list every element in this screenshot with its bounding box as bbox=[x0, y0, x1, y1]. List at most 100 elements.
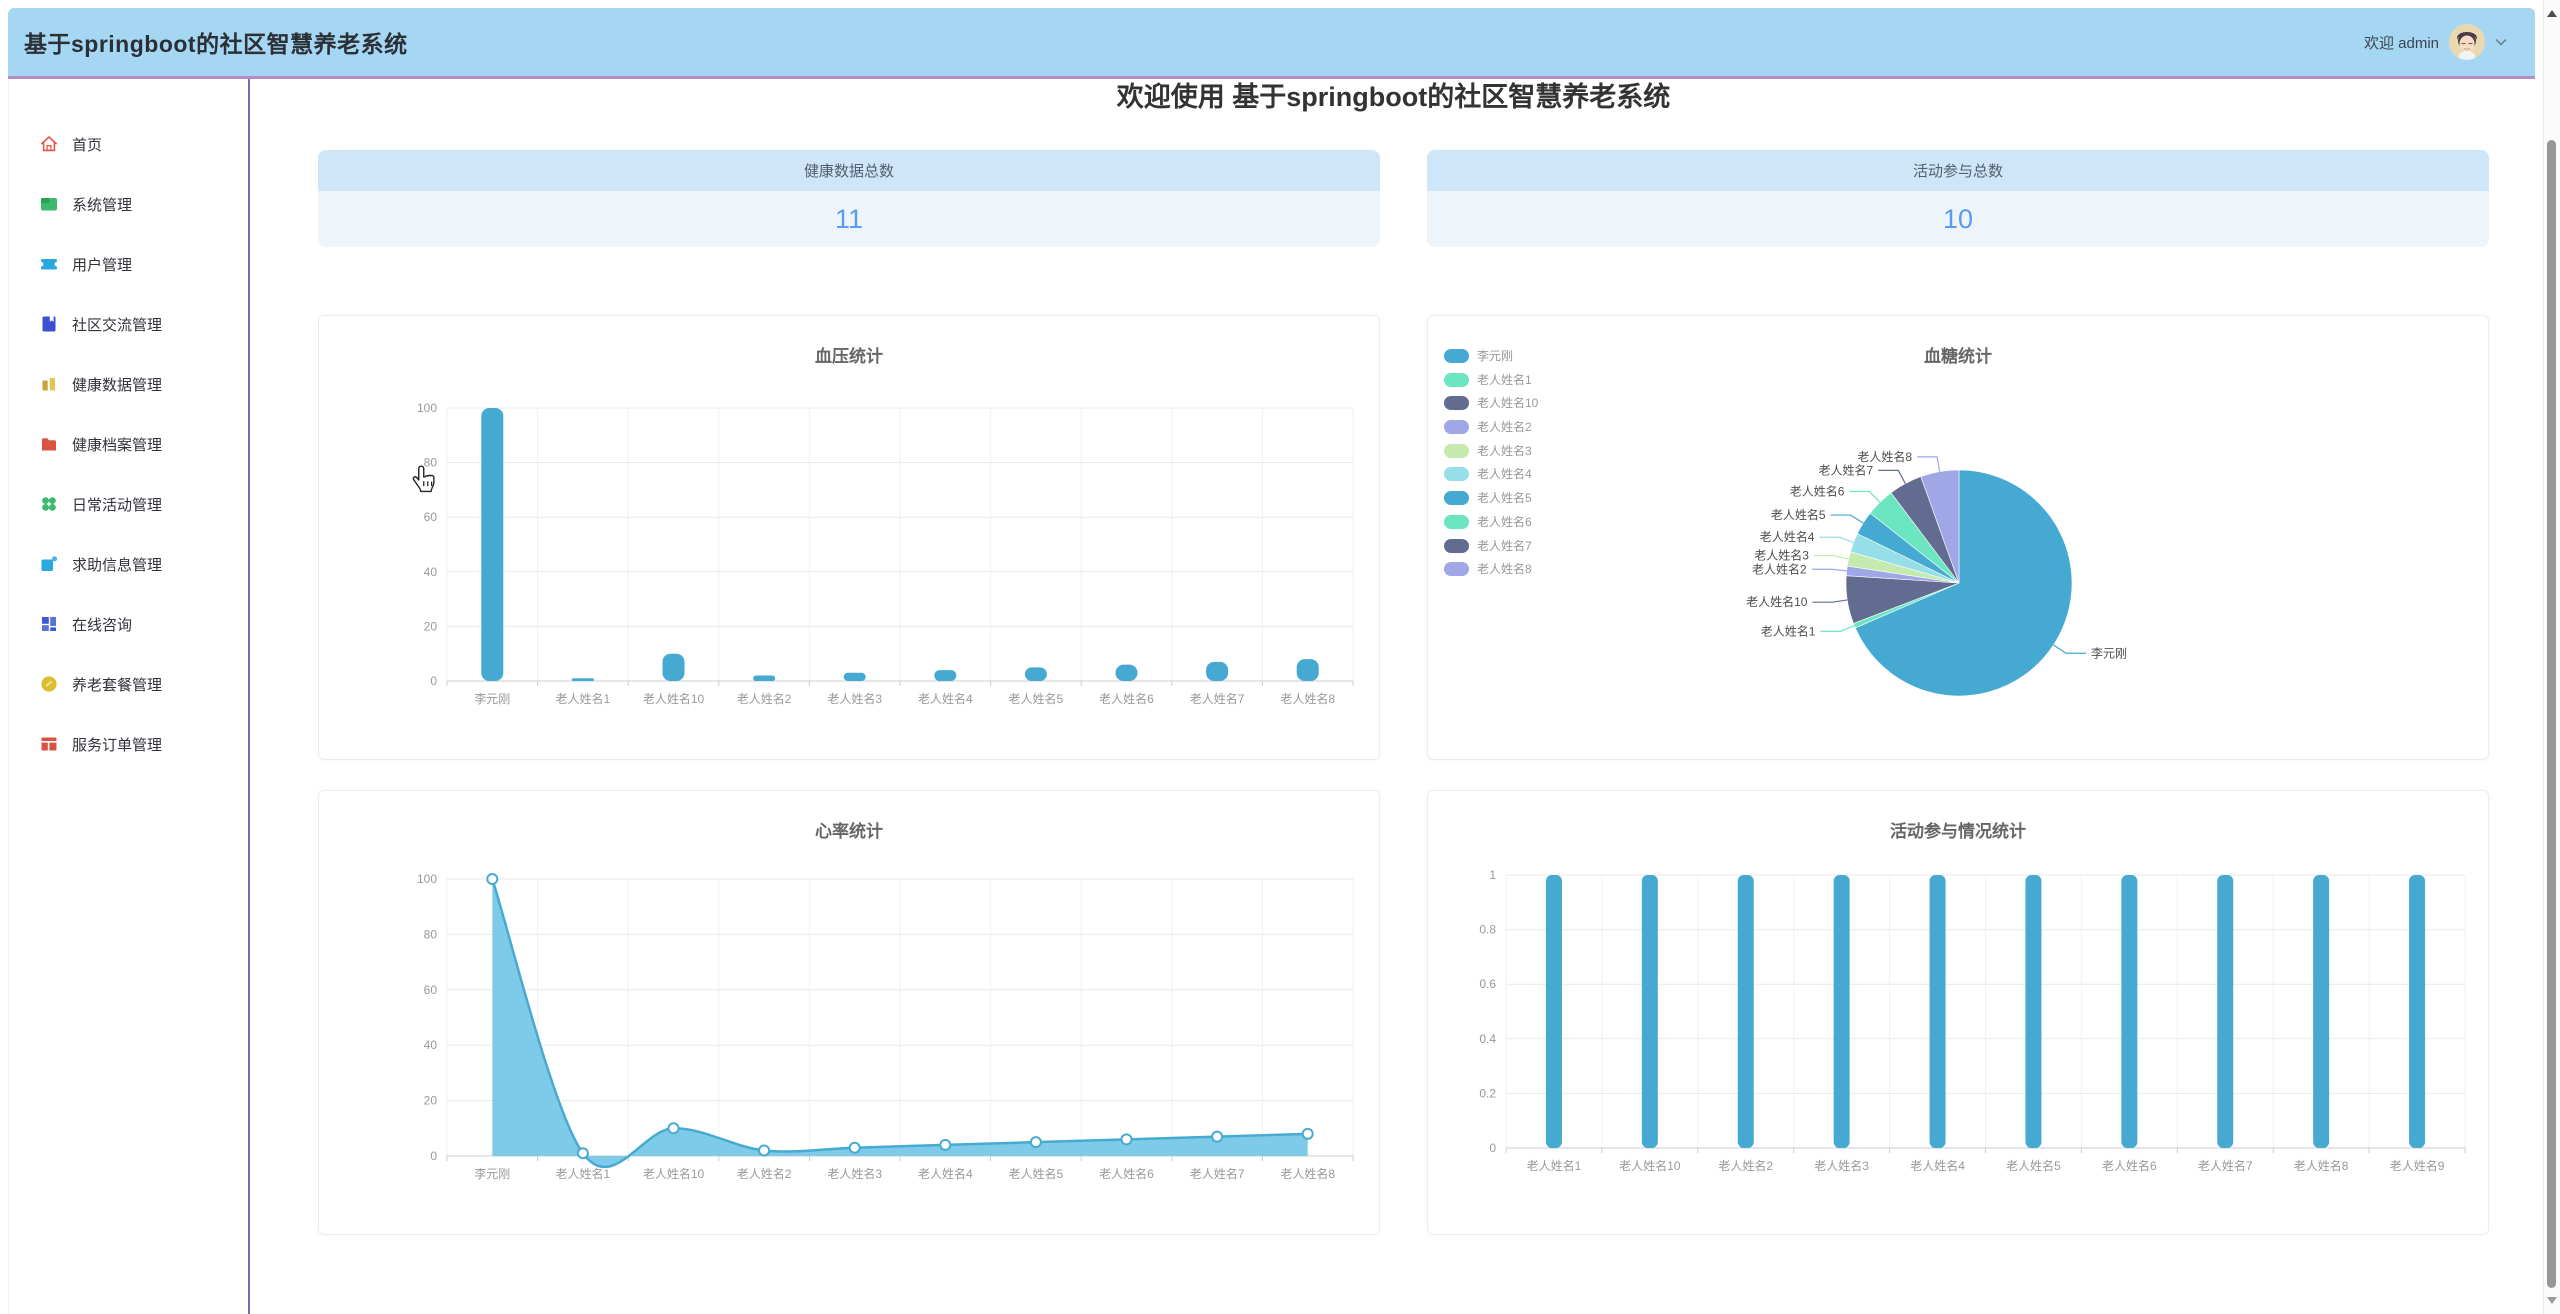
bar bbox=[572, 678, 594, 681]
bar bbox=[1642, 875, 1658, 1148]
stat-card-title: 健康数据总数 bbox=[318, 150, 1380, 191]
bars-icon bbox=[39, 374, 59, 394]
sidebar-item-health-archive-management[interactable]: 健康档案管理 bbox=[9, 414, 248, 474]
x-axis-tick-label: 老人姓名6 bbox=[1099, 691, 1154, 706]
user-avatar[interactable] bbox=[2449, 24, 2485, 60]
legend-label: 老人姓名2 bbox=[1477, 420, 1532, 434]
legend-item[interactable]: 老人姓名7 bbox=[1444, 539, 1538, 553]
bar bbox=[1738, 875, 1754, 1148]
pie-label-line bbox=[1849, 492, 1879, 503]
chart-title: 血糖统计 bbox=[1428, 342, 2488, 367]
bar bbox=[934, 670, 956, 681]
app-window: 基于springboot的社区智慧养老系统 欢迎 admin 首页系统管理用户管… bbox=[0, 0, 2560, 1314]
y-axis-tick-label: 40 bbox=[424, 565, 438, 579]
data-point-marker bbox=[940, 1140, 950, 1150]
x-axis-tick-label: 老人姓名2 bbox=[737, 691, 792, 706]
sidebar-item-system-management[interactable]: 系统管理 bbox=[9, 174, 248, 234]
pie-slice-label: 老人姓名4 bbox=[1760, 529, 1815, 544]
legend-item[interactable]: 老人姓名8 bbox=[1444, 562, 1538, 576]
x-axis-tick-label: 老人姓名6 bbox=[2102, 1158, 2157, 1173]
pie-slice-label: 老人姓名1 bbox=[1761, 623, 1816, 638]
x-axis-tick-label: 老人姓名8 bbox=[1280, 1166, 1335, 1181]
legend-item[interactable]: 老人姓名10 bbox=[1444, 396, 1538, 410]
legend-item[interactable]: 老人姓名3 bbox=[1444, 444, 1538, 458]
y-axis-tick-label: 0 bbox=[430, 674, 437, 688]
app-title: 基于springboot的社区智慧养老系统 bbox=[24, 25, 408, 59]
pie-label-line bbox=[1812, 569, 1847, 571]
sidebar-item-label: 首页 bbox=[72, 134, 102, 155]
sidebar-item-online-consult[interactable]: 在线咨询 bbox=[9, 594, 248, 654]
sidebar-item-health-data-management[interactable]: 健康数据管理 bbox=[9, 354, 248, 414]
sidebar-item-service-order-management[interactable]: 服务订单管理 bbox=[9, 714, 248, 774]
data-point-marker bbox=[759, 1145, 769, 1155]
scrollbar-thumb[interactable] bbox=[2547, 140, 2556, 1288]
legend-item[interactable]: 老人姓名5 bbox=[1444, 491, 1538, 505]
x-axis-tick-label: 老人姓名10 bbox=[643, 1166, 705, 1181]
scroll-up-icon[interactable] bbox=[2547, 10, 2557, 17]
data-point-marker bbox=[1303, 1129, 1313, 1139]
x-axis-tick-label: 老人姓名1 bbox=[1527, 1158, 1582, 1173]
x-axis-tick-label: 老人姓名8 bbox=[1280, 691, 1335, 706]
sidebar-item-pension-package-management[interactable]: 养老套餐管理 bbox=[9, 654, 248, 714]
pie-slice-label: 老人姓名5 bbox=[1771, 507, 1826, 522]
sidebar-item-community-exchange-management[interactable]: 社区交流管理 bbox=[9, 294, 248, 354]
legend-swatch bbox=[1444, 373, 1469, 387]
y-axis-tick-label: 0.6 bbox=[1479, 977, 1496, 991]
x-axis-tick-label: 老人姓名9 bbox=[2390, 1158, 2445, 1173]
sidebar-item-label: 用户管理 bbox=[72, 254, 132, 275]
legend-swatch bbox=[1444, 396, 1469, 410]
main-content: 欢迎使用 基于springboot的社区智慧养老系统 健康数据总数 11 活动参… bbox=[0, 0, 2560, 1314]
bar bbox=[663, 654, 685, 681]
ticket-icon bbox=[39, 254, 59, 274]
legend-item[interactable]: 老人姓名1 bbox=[1444, 373, 1538, 387]
pie-slice-label: 老人姓名7 bbox=[1819, 462, 1874, 477]
x-axis-tick-label: 老人姓名3 bbox=[827, 1166, 882, 1181]
x-axis-tick-label: 老人姓名3 bbox=[1814, 1158, 1869, 1173]
sidebar-item-label: 社区交流管理 bbox=[72, 314, 162, 335]
sidebar-item-label: 求助信息管理 bbox=[72, 554, 162, 575]
y-axis-tick-label: 0.2 bbox=[1479, 1086, 1496, 1100]
pie-label-line bbox=[1819, 537, 1853, 542]
chevron-down-icon[interactable] bbox=[2495, 33, 2507, 51]
bar bbox=[1116, 665, 1138, 681]
bar bbox=[2217, 875, 2233, 1148]
legend-swatch bbox=[1444, 562, 1469, 576]
legend-item[interactable]: 老人姓名4 bbox=[1444, 467, 1538, 481]
sidebar-item-label: 系统管理 bbox=[72, 194, 132, 215]
x-axis-tick-label: 老人姓名4 bbox=[1910, 1158, 1965, 1173]
sidebar-item-label: 服务订单管理 bbox=[72, 734, 162, 755]
sidebar-item-home[interactable]: 首页 bbox=[9, 114, 248, 174]
data-point-marker bbox=[669, 1123, 679, 1133]
chart-card-heart-rate: 心率统计 020406080100李元刚老人姓名1老人姓名10老人姓名2老人姓名… bbox=[318, 790, 1380, 1235]
welcome-heading: 欢迎使用 基于springboot的社区智慧养老系统 bbox=[252, 75, 2535, 114]
x-axis-tick-label: 老人姓名5 bbox=[1009, 691, 1064, 706]
square-dot-icon bbox=[39, 554, 59, 574]
chart-card-blood-sugar: 血糖统计 李元刚老人姓名1 老人姓名10 老人姓名2 老人姓名3 老人姓名4 老人姓名5 老… bbox=[1427, 315, 2489, 760]
bar bbox=[481, 408, 503, 681]
x-axis-tick-label: 李元刚 bbox=[474, 691, 510, 706]
sidebar-item-user-management[interactable]: 用户管理 bbox=[9, 234, 248, 294]
sidebar-item-daily-activity-management[interactable]: 日常活动管理 bbox=[9, 474, 248, 534]
legend-label: 老人姓名5 bbox=[1477, 491, 1532, 505]
x-axis-tick-label: 老人姓名5 bbox=[2006, 1158, 2061, 1173]
y-axis-tick-label: 60 bbox=[424, 983, 438, 997]
legend-item[interactable]: 老人姓名6 bbox=[1444, 515, 1538, 529]
legend-label: 老人姓名6 bbox=[1477, 515, 1532, 529]
page-scrollbar[interactable] bbox=[2543, 0, 2560, 1314]
sidebar-item-label: 健康档案管理 bbox=[72, 434, 162, 455]
sidebar-item-help-info-management[interactable]: 求助信息管理 bbox=[9, 534, 248, 594]
bar bbox=[1834, 875, 1850, 1148]
y-axis-tick-label: 100 bbox=[417, 872, 437, 886]
legend-item[interactable]: 李元刚 bbox=[1444, 349, 1538, 363]
welcome-user-text: 欢迎 admin bbox=[2364, 32, 2439, 53]
scroll-down-icon[interactable] bbox=[2547, 1297, 2557, 1304]
bar bbox=[2313, 875, 2329, 1148]
legend-swatch bbox=[1444, 491, 1469, 505]
legend-label: 老人姓名4 bbox=[1477, 467, 1532, 481]
pie-label-line bbox=[1812, 600, 1847, 602]
legend-item[interactable]: 老人姓名2 bbox=[1444, 420, 1538, 434]
stat-card-value: 11 bbox=[318, 191, 1380, 247]
header-user-area[interactable]: 欢迎 admin bbox=[2364, 24, 2507, 60]
y-axis-tick-label: 0.8 bbox=[1479, 923, 1496, 937]
stat-card-activity-total: 活动参与总数 10 bbox=[1427, 150, 2489, 247]
